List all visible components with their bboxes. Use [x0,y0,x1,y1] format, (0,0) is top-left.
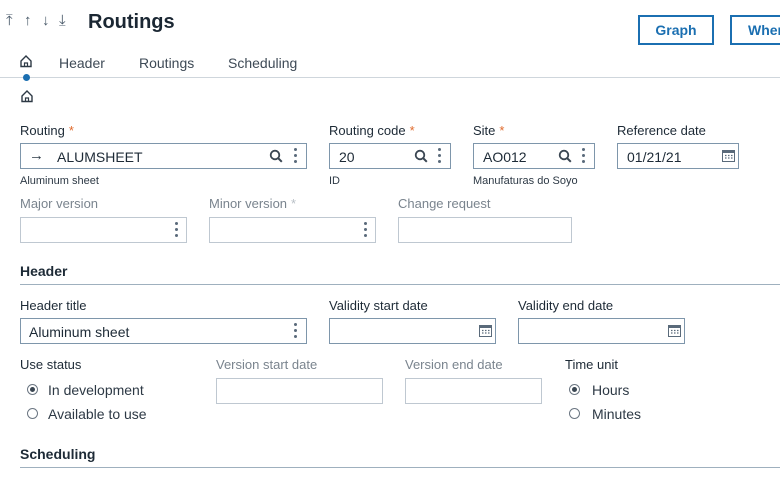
next-record-icon[interactable]: ↓ [42,12,50,29]
time-unit-option-label: Hours [592,382,630,398]
routing-description: Aluminum sheet [20,175,99,187]
minor-version-label: Minor version * [209,196,297,211]
reference-date-value: 01/21/21 [627,149,682,165]
version-start-field[interactable] [216,378,383,404]
page-title: Routings [88,11,175,33]
minor-version-more-icon[interactable] [364,222,368,240]
search-icon[interactable] [269,149,283,168]
graph-button[interactable]: Graph [638,15,714,45]
previous-record-icon[interactable]: ↑ [24,12,32,29]
home-icon[interactable] [20,89,34,108]
header-title-field[interactable]: Aluminum sheet [20,318,307,344]
change-request-label: Change request [398,196,491,211]
home-tab-icon[interactable] [19,54,33,73]
routing-code-more-icon[interactable] [438,148,442,166]
site-label: Site * [473,123,505,138]
routing-field[interactable]: → ALUMSHEET [20,143,307,169]
version-start-label: Version start date [216,357,318,372]
reference-date-field[interactable]: 01/21/21 [617,143,739,169]
first-record-icon[interactable]: ⤒ [6,12,13,29]
time-unit-radio-hours[interactable] [569,384,580,395]
tab-divider [0,77,780,78]
site-more-icon[interactable] [582,148,586,166]
header-title-more-icon[interactable] [294,323,298,341]
routing-code-description: ID [329,175,340,187]
reference-date-label: Reference date [617,123,706,138]
site-value: AO012 [483,149,527,165]
use-status-radio-in-development[interactable] [27,384,38,395]
arrow-right-icon[interactable]: → [29,147,44,164]
routing-code-field[interactable]: 20 [329,143,451,169]
tab-scheduling[interactable]: Scheduling [228,55,297,71]
header-title-value: Aluminum sheet [29,324,130,340]
header-title-label: Header title [20,298,87,313]
time-unit-radio-minutes[interactable] [569,408,580,419]
use-status-radio-available[interactable] [27,408,38,419]
scheduling-section-divider [20,467,780,468]
routing-code-label: Routing code * [329,123,415,138]
calendar-icon[interactable] [479,324,492,342]
routing-value: ALUMSHEET [57,149,143,165]
where-button[interactable]: Where [730,15,780,45]
calendar-icon[interactable] [722,149,735,167]
use-status-label: Use status [20,357,82,372]
validity-end-label: Validity end date [518,298,614,313]
version-end-field[interactable] [405,378,542,404]
calendar-icon[interactable] [668,324,681,342]
search-icon[interactable] [414,149,428,168]
time-unit-option-label: Minutes [592,406,642,422]
major-version-label: Major version [20,196,99,211]
change-request-field[interactable] [398,217,572,243]
site-description: Manufaturas do Soyo [473,175,578,187]
tab-routings[interactable]: Routings [139,55,194,71]
routing-more-icon[interactable] [294,148,298,166]
use-status-option-label: In development [48,382,144,398]
version-end-label: Version end date [405,357,503,372]
validity-start-field[interactable] [329,318,496,344]
major-version-more-icon[interactable] [175,222,179,240]
tab-header[interactable]: Header [59,55,105,71]
time-unit-label: Time unit [565,357,618,372]
routing-code-value: 20 [339,149,355,165]
validity-start-label: Validity start date [329,298,428,313]
active-tab-indicator [23,74,30,81]
validity-end-field[interactable] [518,318,685,344]
last-record-icon[interactable]: ⤓ [59,12,66,29]
minor-version-field[interactable] [209,217,376,243]
major-version-field[interactable] [20,217,187,243]
use-status-option-label: Available to use [48,406,147,422]
header-section-divider [20,284,780,285]
scheduling-section-title[interactable]: Scheduling [20,446,95,462]
routing-label: Routing * [20,123,74,138]
header-section-title[interactable]: Header [20,263,67,279]
search-icon[interactable] [558,149,572,168]
site-field[interactable]: AO012 [473,143,595,169]
